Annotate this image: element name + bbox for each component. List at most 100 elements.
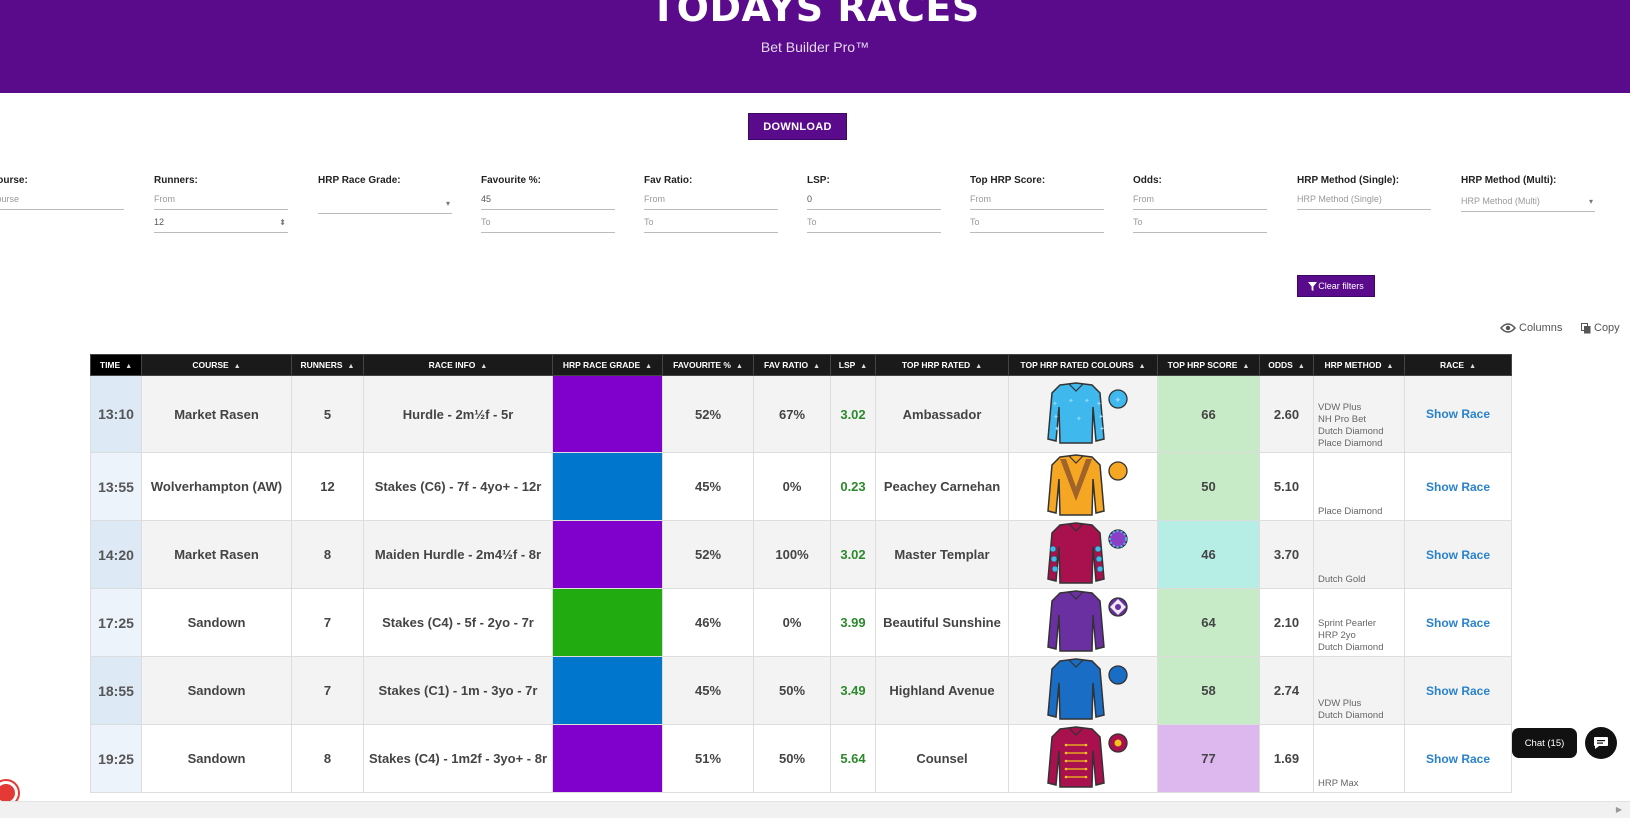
grade-select[interactable]: ▾ [318,195,452,214]
svg-text:✦: ✦ [1054,425,1060,433]
sort-icon[interactable]: ▲ [860,363,867,370]
race-lsp: 5.64 [830,724,876,793]
show-race-link[interactable]: Show Race [1404,656,1512,725]
top-hrp-score: 64 [1157,588,1260,657]
race-course: Market Rasen [141,375,292,453]
chat-icon [1594,737,1608,749]
sort-icon[interactable]: ▲ [1139,363,1146,370]
table-row: 19:25 Sandown 8 Stakes (C4) - 1m2f - 3yo+ -… [90,724,1512,793]
race-grade-swatch [552,375,663,453]
sort-icon[interactable]: ▲ [1387,363,1394,370]
odds-to-input[interactable]: To [1133,214,1267,233]
clear-filters-button[interactable]: Clear filters [1297,275,1375,297]
lsp-to-input[interactable]: To [807,214,941,233]
column-header[interactable]: TOP HRP RATED COLOURS ▲ [1008,354,1158,376]
column-header[interactable]: TOP HRP RATED ▲ [875,354,1009,376]
race-time: 19:25 [90,724,142,793]
filter-lsp: LSP: 0 To [807,175,941,233]
race-favourite-percent: 45% [662,656,754,725]
copy-button[interactable]: Copy [1581,322,1620,334]
sort-icon[interactable]: ▲ [1242,363,1249,370]
sort-icon[interactable]: ▲ [645,363,652,370]
columns-button[interactable]: Columns [1500,322,1562,334]
race-fav-ratio: 0% [753,588,831,657]
horizontal-scrollbar[interactable]: ▶ [0,801,1630,818]
hrp-method: Dutch Gold [1313,520,1405,589]
show-race-link[interactable]: Show Race [1404,375,1512,453]
column-header[interactable]: TIME ▲ [90,354,142,376]
column-header[interactable]: COURSE ▲ [141,354,292,376]
stepper-icon[interactable]: ⬍ [279,215,286,231]
download-button[interactable]: DOWNLOAD [748,113,847,140]
sort-icon[interactable]: ▲ [234,363,241,370]
sort-icon[interactable]: ▲ [813,363,820,370]
chat-button[interactable]: Chat (15) [1512,728,1577,758]
column-header[interactable]: RACE ▲ [1404,354,1512,376]
column-header-label: TOP HRP SCORE [1167,360,1238,370]
race-time: 18:55 [90,656,142,725]
sort-icon[interactable]: ▲ [1469,363,1476,370]
table-row: 13:55 Wolverhampton (AW) 12 Stakes (C6) - 7… [90,452,1512,521]
chevron-down-icon: ▾ [445,199,450,208]
column-header[interactable]: RACE INFO ▲ [363,354,553,376]
method-single-input[interactable]: HRP Method (Single) [1297,191,1431,210]
top-score-from-input[interactable]: From [970,191,1104,210]
filter-odds: Odds: From To [1133,175,1267,233]
course-input[interactable]: Course [0,191,124,210]
top-hrp-rated-colours [1008,588,1158,657]
column-header[interactable]: RUNNERS ▲ [291,354,364,376]
runners-from-input[interactable]: From [154,191,288,210]
chat-launcher[interactable] [1585,727,1617,759]
column-header-label: RUNNERS [300,360,343,370]
hrp-method-item: VDW Plus [1318,698,1362,709]
filter-course-label: Course: [0,175,28,186]
sort-icon[interactable]: ▲ [975,363,982,370]
method-multi-select[interactable]: HRP Method (Multi) ▾ [1461,193,1595,212]
top-score-to-input[interactable]: To [970,214,1104,233]
column-header[interactable]: FAV RATIO ▲ [753,354,831,376]
sort-icon[interactable]: ▲ [736,363,743,370]
top-hrp-rated: Counsel [875,724,1009,793]
race-lsp: 3.02 [830,375,876,453]
column-header[interactable]: ODDS ▲ [1259,354,1314,376]
runners-to-input[interactable]: 12 ⬍ [154,214,288,233]
column-header[interactable]: HRP METHOD ▲ [1313,354,1405,376]
show-race-link[interactable]: Show Race [1404,588,1512,657]
filter-method-single: HRP Method (Single): HRP Method (Single) [1297,175,1431,210]
column-header[interactable]: FAVOURITE % ▲ [662,354,754,376]
filter-method-multi-label: HRP Method (Multi): [1461,175,1557,186]
sort-icon[interactable]: ▲ [125,363,132,370]
favourite-to-input[interactable]: To [481,214,615,233]
column-header[interactable]: HRP RACE GRADE ▲ [552,354,663,376]
sort-icon[interactable]: ▲ [480,363,487,370]
page-title: TODAYS RACES [650,0,980,30]
hrp-method-item: Sprint Pearler [1318,618,1377,629]
show-race-link[interactable]: Show Race [1404,520,1512,589]
filter-favourite: Favourite %: 45 To [481,175,615,233]
sort-icon[interactable]: ▲ [1298,363,1305,370]
fav-ratio-to-input[interactable]: To [644,214,778,233]
show-race-link[interactable]: Show Race [1404,452,1512,521]
column-header-label: TIME [99,360,121,370]
svg-text:✦: ✦ [1052,400,1058,408]
jockey-silks-icon [1047,658,1128,720]
hrp-method: Place Diamond [1313,452,1405,521]
sort-icon[interactable]: ▲ [348,363,355,370]
table-row: 13:10 Market Rasen 5 Hurdle - 2m½f - 5r 52% 6… [90,375,1512,453]
page-hero: TODAYS RACES Bet Builder Pro™ [0,0,1630,93]
race-lsp: 3.02 [830,520,876,589]
scroll-right-icon[interactable]: ▶ [1616,805,1622,814]
show-race-link[interactable]: Show Race [1404,724,1512,793]
column-header-label: COURSE [192,360,229,370]
column-header-label: FAVOURITE % [673,360,731,370]
odds-from-input[interactable]: From [1133,191,1267,210]
favourite-from-input[interactable]: 45 [481,191,615,210]
lsp-from-input[interactable]: 0 [807,191,941,210]
column-header[interactable]: LSP ▲ [830,354,876,376]
column-header-label: RACE INFO [428,360,476,370]
race-runners: 7 [291,656,364,725]
column-header-label: FAV RATIO [763,360,809,370]
fav-ratio-from-input[interactable]: From [644,191,778,210]
column-header[interactable]: TOP HRP SCORE ▲ [1157,354,1260,376]
hrp-method: VDW Plus NH Pro Bet Dutch Diamond Place Dia… [1313,375,1405,453]
